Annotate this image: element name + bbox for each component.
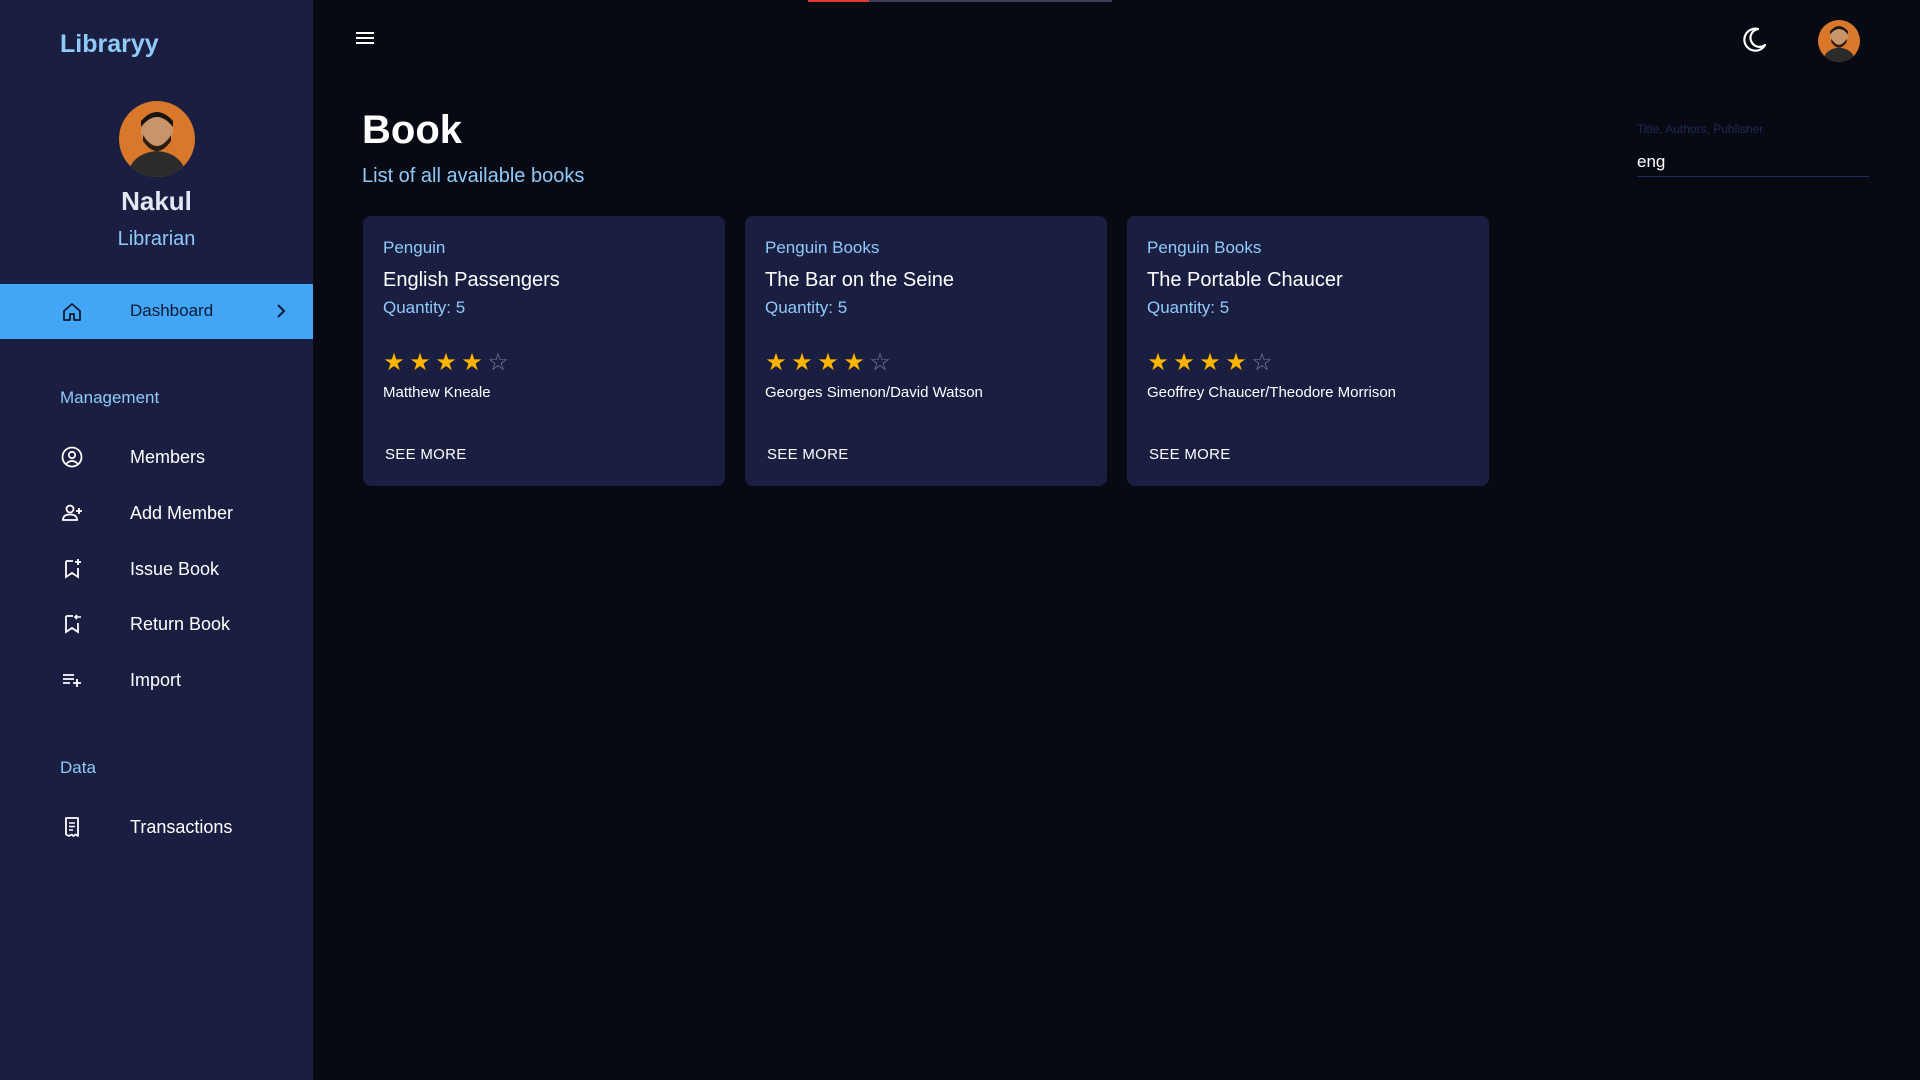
account-circle-icon bbox=[60, 445, 84, 469]
see-more-button[interactable]: SEE MORE bbox=[757, 438, 859, 471]
sidebar-item-return-book[interactable]: Return Book bbox=[0, 600, 313, 648]
loading-progress-bar bbox=[808, 0, 1112, 2]
user-avatar[interactable] bbox=[1818, 20, 1860, 62]
profile-avatar bbox=[119, 101, 195, 177]
star-filled-icon: ★ bbox=[435, 349, 457, 376]
sidebar-item-add-member[interactable]: Add Member bbox=[0, 489, 313, 537]
see-more-button[interactable]: SEE MORE bbox=[1139, 438, 1241, 471]
book-publisher: Penguin Books bbox=[1147, 238, 1262, 257]
sidebar-item-import[interactable]: Import bbox=[0, 656, 313, 704]
sidebar-item-label: Issue Book bbox=[130, 559, 220, 579]
page-title: Book bbox=[362, 108, 462, 152]
loading-progress-fill bbox=[808, 0, 869, 2]
sidebar-item-dashboard[interactable]: Dashboard bbox=[0, 284, 313, 339]
book-quantity: Quantity: 5 bbox=[1147, 298, 1230, 317]
sidebar-item-label: Add Member bbox=[130, 503, 234, 523]
book-author: Georges Simenon/David Watson bbox=[765, 384, 983, 401]
book-title: The Portable Chaucer bbox=[1147, 269, 1343, 291]
star-filled-icon: ★ bbox=[791, 349, 813, 376]
bookmark-add-icon bbox=[60, 557, 84, 581]
app-brand[interactable]: Libraryy bbox=[60, 30, 159, 59]
book-card: Penguin English Passengers Quantity: 5 ★… bbox=[363, 216, 725, 486]
book-card: Penguin Books The Portable Chaucer Quant… bbox=[1127, 216, 1489, 486]
sidebar-item-label: Transactions bbox=[130, 817, 233, 837]
star-filled-icon: ★ bbox=[461, 349, 483, 376]
rating-stars: ★ ★ ★ ★ ☆ bbox=[763, 350, 893, 376]
book-card: Penguin Books The Bar on the Seine Quant… bbox=[745, 216, 1107, 486]
section-heading-management: Management bbox=[60, 388, 160, 407]
page-subtitle: List of all available books bbox=[362, 165, 585, 187]
profile-role: Librarian bbox=[117, 228, 196, 250]
theme-toggle-button[interactable] bbox=[1738, 24, 1770, 56]
home-icon bbox=[60, 300, 84, 324]
book-title: English Passengers bbox=[383, 269, 560, 291]
book-quantity: Quantity: 5 bbox=[765, 298, 848, 317]
search-label: Title, Authors, Publisher bbox=[1637, 122, 1764, 136]
star-filled-icon: ★ bbox=[843, 349, 865, 376]
book-author: Geoffrey Chaucer/Theodore Morrison bbox=[1147, 384, 1397, 401]
search-input[interactable] bbox=[1637, 148, 1869, 177]
sidebar-item-label: Dashboard bbox=[130, 301, 214, 320]
see-more-button[interactable]: SEE MORE bbox=[375, 438, 477, 471]
hamburger-menu-icon bbox=[356, 32, 374, 44]
star-filled-icon: ★ bbox=[765, 349, 787, 376]
book-title: The Bar on the Seine bbox=[765, 269, 955, 291]
playlist-add-icon bbox=[60, 668, 84, 692]
star-filled-icon: ★ bbox=[1147, 349, 1169, 376]
bookmark-return-icon bbox=[60, 612, 84, 636]
sidebar-item-label: Members bbox=[130, 447, 206, 467]
chevron-right-icon bbox=[270, 300, 292, 322]
book-publisher: Penguin Books bbox=[765, 238, 880, 257]
menu-toggle-button[interactable] bbox=[353, 26, 379, 52]
star-filled-icon: ★ bbox=[1199, 349, 1221, 376]
sidebar-item-issue-book[interactable]: Issue Book bbox=[0, 545, 313, 593]
star-filled-icon: ★ bbox=[409, 349, 431, 376]
sidebar: Libraryy Nakul Librarian Dashboard Manag… bbox=[0, 0, 313, 1080]
star-filled-icon: ★ bbox=[1173, 349, 1195, 376]
star-filled-icon: ★ bbox=[383, 349, 405, 376]
moon-icon bbox=[1743, 27, 1767, 52]
rating-stars: ★ ★ ★ ★ ☆ bbox=[1145, 350, 1275, 376]
star-filled-icon: ★ bbox=[1225, 349, 1247, 376]
rating-stars: ★ ★ ★ ★ ☆ bbox=[381, 350, 511, 376]
book-publisher: Penguin bbox=[383, 238, 446, 257]
book-author: Matthew Kneale bbox=[383, 384, 491, 401]
sidebar-item-transactions[interactable]: Transactions bbox=[0, 803, 313, 851]
book-quantity: Quantity: 5 bbox=[383, 298, 466, 317]
star-filled-icon: ★ bbox=[817, 349, 839, 376]
profile-name: Nakul bbox=[121, 186, 192, 216]
star-empty-icon: ☆ bbox=[869, 349, 891, 376]
person-add-icon bbox=[60, 501, 84, 525]
sidebar-item-label: Return Book bbox=[130, 614, 231, 634]
receipt-icon bbox=[60, 815, 84, 839]
section-heading-data: Data bbox=[60, 758, 96, 777]
star-empty-icon: ☆ bbox=[487, 349, 509, 376]
sidebar-item-label: Import bbox=[130, 670, 182, 690]
sidebar-item-members[interactable]: Members bbox=[0, 433, 313, 481]
star-empty-icon: ☆ bbox=[1251, 349, 1273, 376]
